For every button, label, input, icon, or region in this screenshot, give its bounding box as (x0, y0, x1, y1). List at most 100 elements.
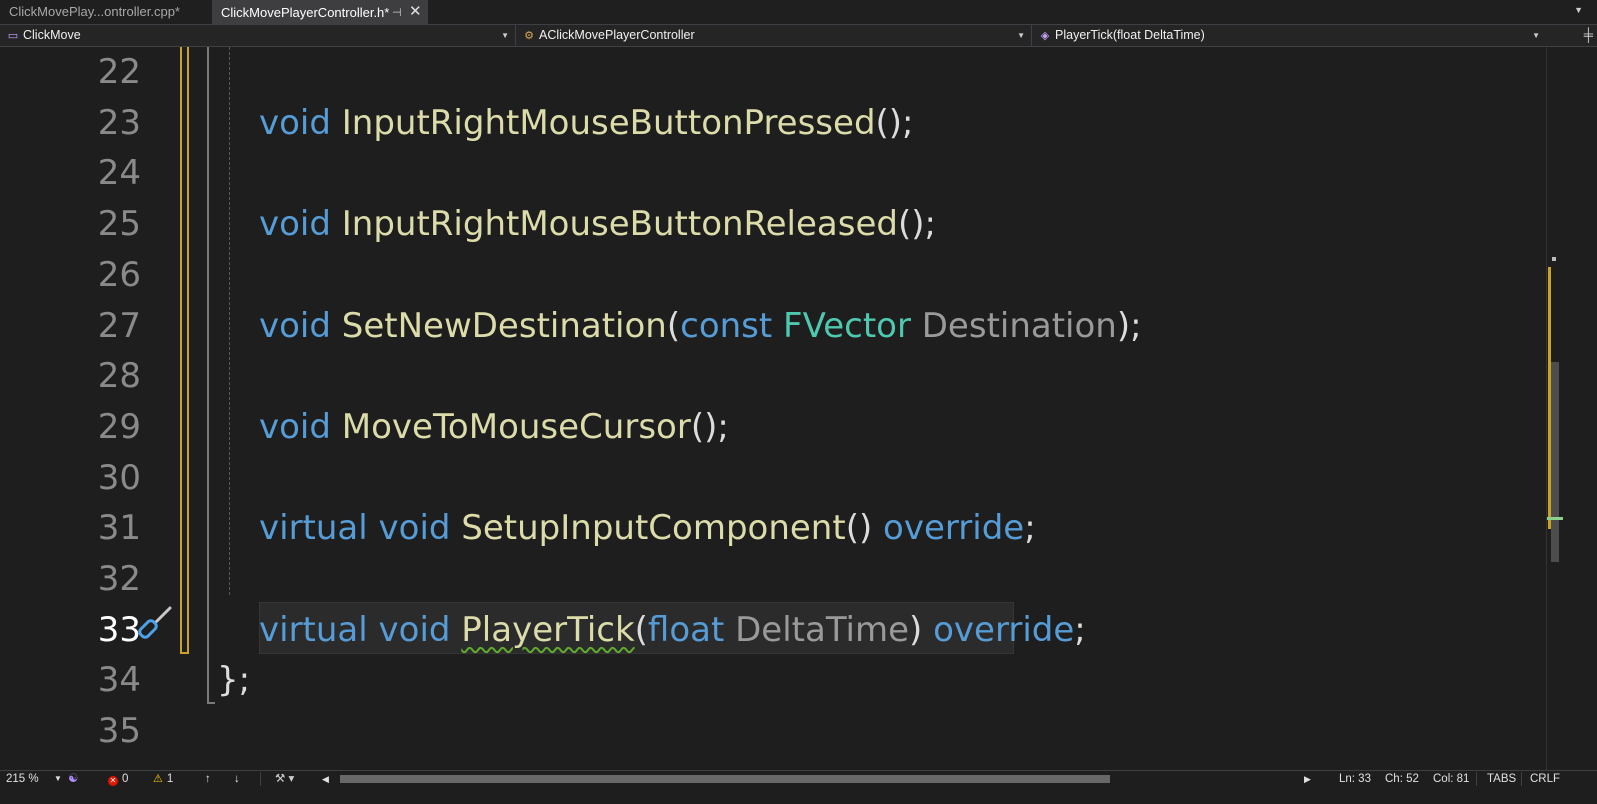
tab-label: ClickMovePlay...ontroller.cpp* (9, 4, 180, 19)
line-number: 30 (97, 457, 141, 498)
code-editor[interactable]: 22 23 void InputRightMouseButtonPressed();… (0, 47, 1577, 770)
code-line[interactable]: 31 virtual void SetupInputComponent() ove… (0, 503, 1577, 553)
code-line[interactable]: 34}; (0, 655, 1577, 705)
warning-count[interactable]: ⚠ 1 (153, 771, 173, 787)
scope-dropdown[interactable]: ⚙ AClickMovePlayerController ▼ (516, 25, 1032, 46)
next-issue-arrow-down-icon[interactable]: ↓ (234, 771, 240, 787)
line-number: 33 (97, 609, 141, 650)
close-icon[interactable]: ✕ (409, 1, 422, 23)
bottom-strip (0, 787, 1597, 804)
char-indicator[interactable]: Ch: 52 (1385, 771, 1419, 787)
line-number: 31 (97, 508, 141, 549)
code-line[interactable]: 33 virtual void PlayerTick(float DeltaTim… (0, 605, 1577, 655)
chevron-down-icon: ▼ (1017, 31, 1025, 40)
method-icon: ◈ (1040, 30, 1050, 42)
zoom-chevron-down-icon[interactable]: ▼ (54, 771, 62, 787)
line-number: 27 (97, 305, 141, 346)
code-line[interactable]: 35 (0, 706, 1577, 756)
project-label: ClickMove (23, 28, 81, 42)
scroll-left-arrow-icon[interactable]: ◀ (322, 771, 329, 787)
split-window-icon[interactable]: ╪ (1584, 27, 1593, 42)
zoom-level[interactable]: 215 % (6, 771, 39, 787)
code-line[interactable]: 32 (0, 554, 1577, 604)
line-number: 25 (97, 204, 141, 245)
line-indicator[interactable]: Ln: 33 (1339, 771, 1371, 787)
code-line[interactable]: 22 (0, 47, 1577, 97)
code-token: void (259, 204, 331, 245)
status-separator (1521, 772, 1522, 786)
code-token: ; (1074, 609, 1086, 650)
line-number: 22 (97, 52, 141, 92)
member-label: PlayerTick(float DeltaTime) (1055, 28, 1205, 42)
code-text: void SetNewDestination(const FVector Des… (259, 301, 1142, 351)
code-line[interactable]: 26 (0, 250, 1577, 300)
code-line[interactable]: 24 (0, 148, 1577, 198)
code-cleanup-brush-icon[interactable]: ⚒ ▾ (275, 771, 294, 787)
tab-cpp-file[interactable]: ClickMovePlay...ontroller.cpp* (0, 0, 212, 24)
code-token: ( (634, 609, 648, 650)
code-text: void InputRightMouseButtonReleased(); (259, 199, 936, 249)
code-token: void (259, 305, 331, 346)
copilot-icon[interactable]: ☯ (68, 771, 78, 787)
code-token: ( (666, 305, 681, 346)
code-token: ); (1116, 305, 1142, 346)
navigation-bar: ▭ ClickMove ▼ ⚙ AClickMovePlayerController… (0, 25, 1597, 47)
code-token: virtual (259, 609, 368, 650)
code-token: void (259, 102, 331, 143)
chevron-down-icon: ▼ (501, 31, 509, 40)
code-text: virtual void SetupInputComponent() overr… (259, 503, 1036, 553)
code-token: void (259, 406, 331, 447)
scroll-marker (1552, 257, 1556, 261)
vertical-scrollbar[interactable] (1546, 47, 1564, 770)
line-number: 24 (97, 153, 141, 194)
code-token: float (647, 609, 725, 650)
pin-icon[interactable]: ⊣ (392, 2, 402, 24)
code-token: SetupInputComponent (461, 508, 846, 549)
code-line[interactable]: 23 void InputRightMouseButtonPressed(); (0, 98, 1577, 148)
indent-mode[interactable]: TABS (1487, 771, 1516, 787)
line-number: 34 (97, 660, 141, 701)
code-line[interactable]: 29 void MoveToMouseCursor(); (0, 402, 1577, 452)
tab-overflow-chevron-down-icon[interactable]: ▼ (1574, 5, 1583, 15)
member-dropdown[interactable]: ◈ PlayerTick(float DeltaTime) ▼ (1032, 25, 1546, 46)
status-separator (260, 772, 261, 786)
error-icon: ✕ (108, 776, 118, 786)
code-line[interactable]: 27 void SetNewDestination(const FVector D… (0, 301, 1577, 351)
tab-label: ClickMovePlayerController.h* (221, 5, 390, 20)
code-line[interactable]: 28 (0, 351, 1577, 401)
scrollbar-thumb[interactable] (1551, 362, 1559, 562)
line-number: 32 (97, 559, 141, 599)
horizontal-scrollbar-thumb[interactable] (340, 775, 1110, 783)
code-text: virtual void PlayerTick(float DeltaTime)… (259, 605, 1086, 655)
code-token: override (933, 609, 1075, 650)
chevron-down-icon: ▼ (1532, 31, 1540, 40)
line-number: 28 (97, 356, 141, 397)
code-line[interactable]: 25 void InputRightMouseButtonReleased(); (0, 199, 1577, 249)
code-token: DeltaTime (735, 609, 910, 650)
code-token: InputRightMouseButtonReleased (341, 204, 898, 245)
tab-header-file[interactable]: ClickMovePlayerController.h* ⊣ ✕ (212, 0, 428, 24)
warning-icon: ⚠ (153, 773, 163, 785)
code-token-warning: PlayerTick (461, 609, 635, 650)
line-number: 35 (97, 711, 141, 752)
code-token: (); (875, 102, 914, 143)
scroll-right-arrow-icon[interactable]: ▶ (1304, 771, 1311, 787)
code-token: InputRightMouseButtonPressed (341, 102, 876, 143)
code-text: void MoveToMouseCursor(); (259, 402, 729, 452)
error-count[interactable]: ✕ 0 (108, 771, 128, 787)
code-line[interactable]: 30 (0, 453, 1577, 503)
code-token: ; (1024, 508, 1036, 549)
class-icon: ⚙ (524, 30, 534, 42)
line-ending[interactable]: CRLF (1530, 771, 1560, 787)
project-dropdown[interactable]: ▭ ClickMove ▼ (0, 25, 516, 46)
col-indicator[interactable]: Col: 81 (1433, 771, 1469, 787)
code-token: FVector (783, 305, 911, 346)
previous-issue-arrow-up-icon[interactable]: ↑ (205, 771, 211, 787)
